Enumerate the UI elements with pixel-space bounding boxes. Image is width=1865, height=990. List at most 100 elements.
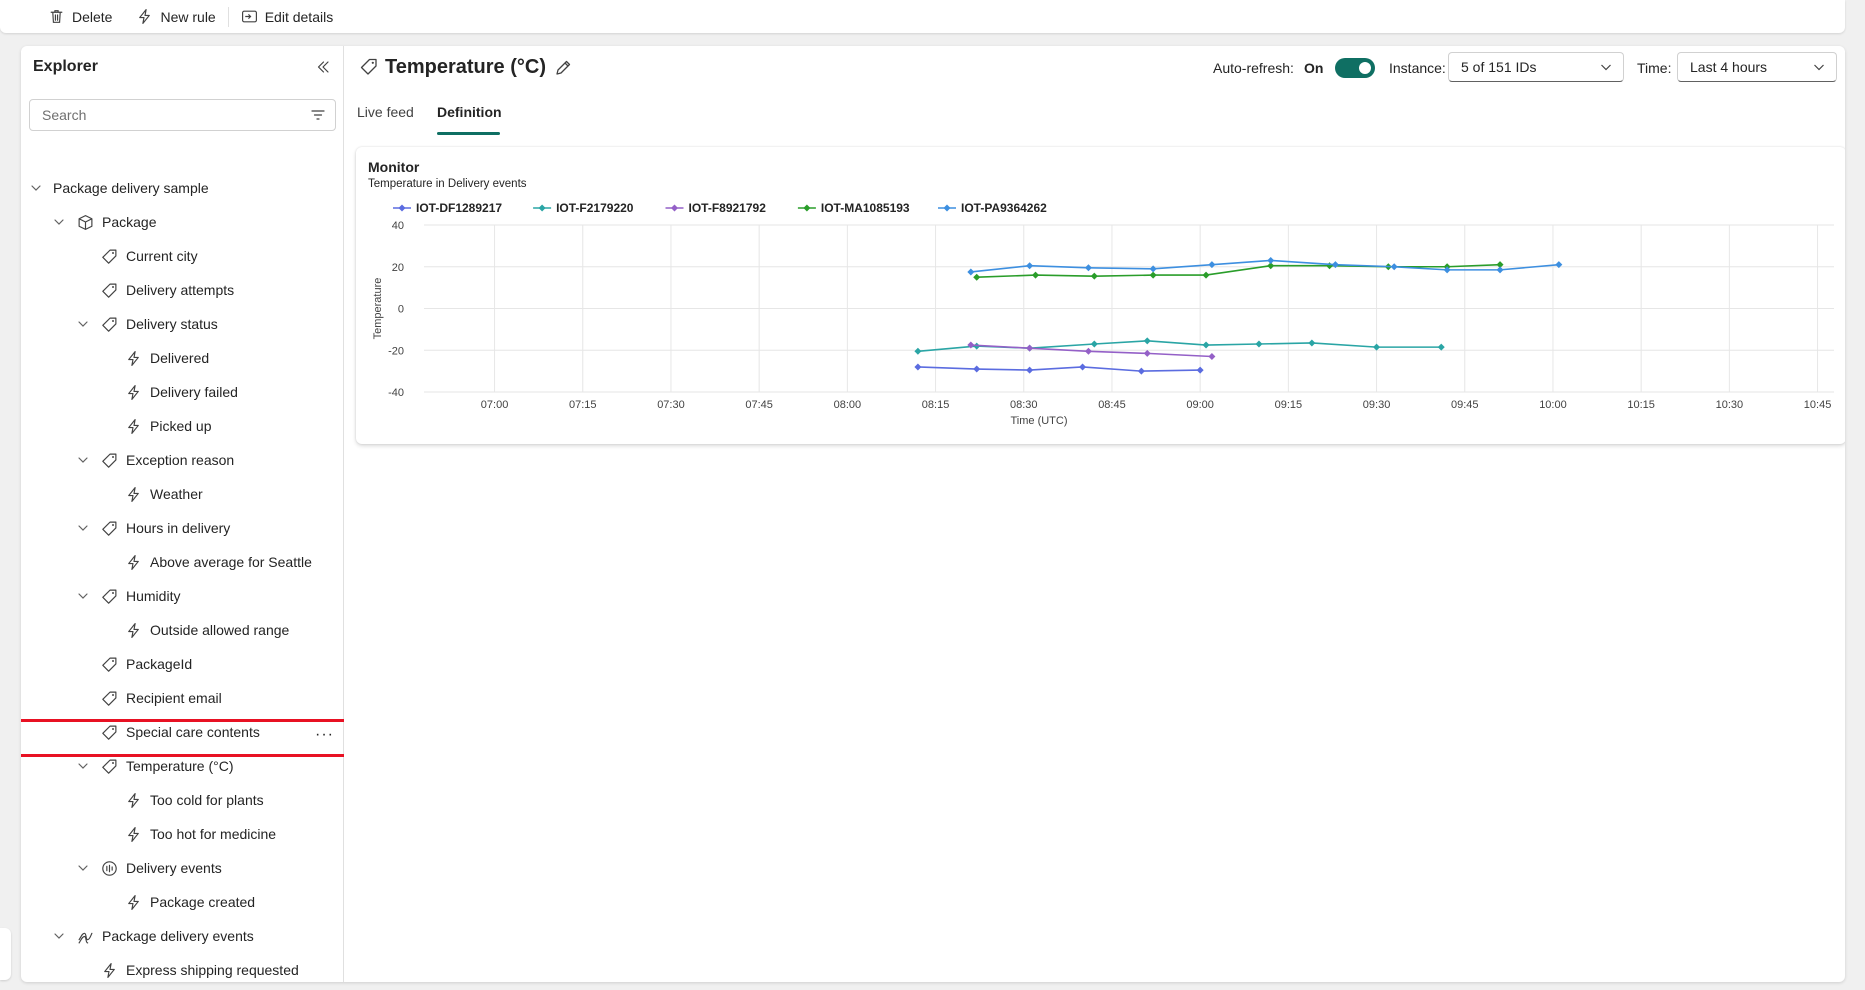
- tree-item[interactable]: Too cold for plants: [124, 783, 264, 817]
- instance-dropdown[interactable]: 5 of 151 IDs: [1448, 52, 1624, 82]
- data-point: [1196, 366, 1204, 374]
- chevron-down-icon[interactable]: [52, 929, 66, 943]
- series-line: [917, 366, 1201, 372]
- tree-item-label: Delivery events: [126, 860, 222, 876]
- edit-details-icon: [241, 10, 257, 23]
- tree-item-label: Temperature (°C): [126, 758, 234, 774]
- tree-item-label: Current city: [126, 248, 198, 264]
- chevron-down-icon[interactable]: [76, 589, 90, 603]
- tree-item-label: Special care contents: [126, 724, 260, 740]
- tree-item[interactable]: Delivery failed: [124, 375, 238, 409]
- monitor-card: Monitor Temperature in Delivery events 4…: [356, 147, 1845, 444]
- legend-label: IOT-F2179220: [556, 201, 634, 215]
- lightning-icon: [100, 961, 118, 979]
- auto-refresh-label: Auto-refresh:: [1213, 60, 1294, 76]
- chevron-down-icon[interactable]: [76, 521, 90, 535]
- tree-item[interactable]: Delivery attempts: [100, 273, 234, 307]
- tree-item[interactable]: Above average for Seattle: [124, 545, 312, 579]
- y-axis-label: Temperature: [372, 278, 384, 340]
- tree-item[interactable]: Temperature (°C): [76, 749, 234, 783]
- tree-item[interactable]: Delivery status: [76, 307, 218, 341]
- x-tick-label: 07:45: [745, 399, 773, 411]
- tree-item-label: Picked up: [150, 418, 212, 434]
- new-rule-button[interactable]: New rule: [124, 3, 227, 31]
- delete-button[interactable]: Delete: [36, 3, 124, 31]
- data-point: [1143, 337, 1151, 345]
- event-icon: [100, 859, 118, 877]
- chevron-down-icon[interactable]: [52, 215, 66, 229]
- lightning-icon: [124, 417, 142, 435]
- delete-label: Delete: [72, 8, 113, 25]
- legend-label: IOT-F8921792: [689, 201, 767, 215]
- data-point: [1090, 272, 1098, 280]
- tree-item[interactable]: Delivery events: [76, 851, 222, 885]
- data-point: [1437, 343, 1445, 351]
- more-options-icon[interactable]: ···: [315, 727, 334, 743]
- lightning-icon: [139, 9, 151, 24]
- tree-item-label: Exception reason: [126, 452, 235, 468]
- chevron-down-icon[interactable]: [76, 759, 90, 773]
- tree-item[interactable]: Outside allowed range: [124, 613, 289, 647]
- chevron-down-icon[interactable]: [29, 181, 43, 195]
- tree-item-label: Delivered: [150, 350, 210, 366]
- temperature-chart: 40 20 0 -20 -40 07:00 07:15 07:30 07:45 08:00 08:1…: [372, 201, 1834, 427]
- tree-item-label: Recipient email: [126, 690, 222, 706]
- tag-icon: [100, 689, 118, 707]
- tree-item-label: Weather: [150, 486, 203, 502]
- tree-item[interactable]: Recipient email: [100, 681, 222, 715]
- tree-item-label: Too hot for medicine: [150, 826, 277, 842]
- search-input[interactable]: [42, 107, 309, 123]
- tree-item[interactable]: Weather: [124, 477, 203, 511]
- explorer-pane: Explorer Package delivery sample Package C…: [21, 46, 344, 982]
- x-tick-label: 09:15: [1275, 399, 1303, 411]
- tree-item[interactable]: Hours in delivery: [76, 511, 230, 545]
- data-point: [1149, 271, 1157, 279]
- chevron-down-icon[interactable]: [76, 317, 90, 331]
- tree-item[interactable]: Package: [52, 205, 156, 239]
- tag-icon: [100, 247, 118, 265]
- data-point: [967, 268, 975, 276]
- tree-item[interactable]: Express shipping requested: [100, 953, 299, 982]
- tree-item[interactable]: Current city: [100, 239, 198, 273]
- tree-item[interactable]: PackageId: [100, 647, 192, 681]
- tag-icon: [100, 451, 118, 469]
- chevron-down-icon[interactable]: [76, 453, 90, 467]
- tree-item-label: Humidity: [126, 588, 181, 604]
- tree-item[interactable]: Exception reason: [76, 443, 234, 477]
- tab-definition[interactable]: Definition: [437, 104, 502, 134]
- auto-refresh-value: On: [1304, 60, 1324, 76]
- tree-item[interactable]: Package delivery sample: [29, 171, 209, 205]
- chevron-down-icon[interactable]: [76, 861, 90, 875]
- tree-item-label: Express shipping requested: [126, 962, 299, 978]
- tree-item[interactable]: Humidity: [76, 579, 180, 613]
- time-dropdown[interactable]: Last 4 hours: [1677, 52, 1837, 82]
- tree-item[interactable]: Package created: [124, 885, 255, 919]
- toggle-knob: [1359, 62, 1371, 74]
- x-axis-label: Time (UTC): [1010, 415, 1067, 427]
- tree-item[interactable]: Special care contents: [100, 715, 260, 749]
- x-tick-label: 07:15: [569, 399, 597, 411]
- tag-icon: [360, 58, 377, 75]
- tree-item[interactable]: Package delivery events: [52, 919, 254, 953]
- data-point: [1208, 353, 1216, 361]
- tree-item-label: Above average for Seattle: [150, 554, 312, 570]
- legend-marker: [398, 204, 406, 212]
- tree-item[interactable]: Picked up: [124, 409, 211, 443]
- lightning-icon: [124, 349, 142, 367]
- tag-icon: [100, 655, 118, 673]
- y-tick-label: 20: [392, 262, 404, 274]
- auto-refresh-toggle[interactable]: [1335, 58, 1375, 78]
- edit-details-button[interactable]: Edit details: [229, 3, 345, 31]
- tree-item[interactable]: Too hot for medicine: [124, 817, 276, 851]
- tree-item[interactable]: Delivered: [124, 341, 209, 375]
- cube-icon: [76, 213, 94, 231]
- y-tick-label: -40: [388, 387, 404, 399]
- tree-item-label: Too cold for plants: [150, 792, 264, 808]
- data-point: [1143, 349, 1151, 357]
- tag-icon: [100, 519, 118, 537]
- tab-live-feed[interactable]: Live feed: [357, 104, 414, 134]
- filter-icon[interactable]: [309, 106, 327, 124]
- collapse-pane-icon[interactable]: [314, 58, 332, 76]
- chevron-down-icon: [1601, 64, 1611, 71]
- pencil-icon[interactable]: [553, 58, 573, 78]
